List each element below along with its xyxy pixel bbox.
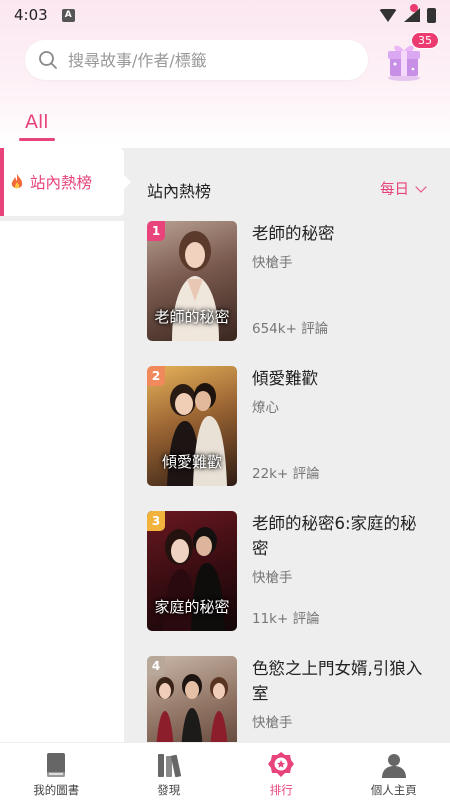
book-author: 燎心: [252, 400, 279, 416]
book-item[interactable]: 傾愛難歡 2 傾愛難歡 燎心 22k+ 評論: [147, 366, 437, 488]
notification-dot: [410, 4, 418, 12]
rank-badge: 3: [147, 511, 165, 531]
ranking-content: 站內熱榜 站內熱榜 每日 老師的秘密 1 老師的秘密 快槍手 654k+ 評論: [0, 148, 450, 742]
sidebar-item-label: 站內熱榜: [30, 174, 93, 192]
rank-badge: 4: [147, 656, 165, 676]
nav-ranking[interactable]: 排行: [225, 743, 338, 800]
notification-icon: A: [61, 8, 75, 22]
nav-profile[interactable]: 個人主頁: [338, 743, 450, 800]
book-cover[interactable]: 4: [147, 656, 237, 742]
cover-title: 家庭的秘密: [154, 598, 230, 616]
ranking-title: 站內熱榜: [147, 182, 212, 201]
cover-title: 老師的秘密: [154, 308, 230, 326]
bottom-navigation: 我的圖書 發現 排行 個人主頁: [0, 742, 450, 800]
book-cover[interactable]: 傾愛難歡 2: [147, 366, 237, 486]
book-item[interactable]: 老師的秘密 1 老師的秘密 快槍手 654k+ 評論: [147, 221, 437, 343]
book-title[interactable]: 老師的秘密6:家庭的秘密: [252, 511, 432, 561]
library-icon: [157, 754, 181, 778]
cover-title: 傾愛難歡: [161, 453, 222, 471]
fire-icon: [11, 174, 23, 189]
nav-label: 個人主頁: [370, 783, 417, 797]
search-bar[interactable]: [25, 40, 368, 80]
status-bar: 4:03 A: [0, 0, 450, 30]
rank-medal-icon: [268, 752, 295, 777]
rank-badge: 2: [147, 366, 165, 386]
search-input[interactable]: [68, 50, 348, 70]
book-author: 快槍手: [252, 570, 293, 586]
status-time: 4:03: [14, 6, 48, 24]
sidebar-pointer: [124, 175, 131, 189]
book-title[interactable]: 傾愛難歡: [252, 366, 432, 391]
book-title[interactable]: 老師的秘密: [252, 221, 432, 246]
book-reviews: 654k+ 評論: [252, 321, 329, 337]
nav-discover[interactable]: 發現: [113, 743, 226, 800]
period-label: 每日: [380, 182, 409, 198]
book-item[interactable]: 4 色慾之上門女婿,引狼入室 快槍手: [147, 656, 437, 742]
nav-label: 我的圖書: [33, 783, 80, 797]
book-cover[interactable]: 老師的秘密 1: [147, 221, 237, 341]
book-item[interactable]: 家庭的秘密 3 老師的秘密6:家庭的秘密 快槍手 11k+ 評論: [147, 511, 437, 633]
book-cover[interactable]: 家庭的秘密 3: [147, 511, 237, 631]
book-author: 快槍手: [252, 715, 293, 731]
battery-icon: [427, 7, 436, 23]
nav-label: 排行: [269, 783, 293, 797]
profile-icon: [381, 754, 406, 778]
period-selector[interactable]: 每日: [380, 178, 427, 199]
book-author: 快槍手: [252, 255, 293, 271]
book-icon: [47, 753, 66, 777]
search-icon: [39, 51, 57, 69]
wifi-icon: [379, 8, 397, 22]
tab-indicator: [19, 138, 55, 141]
book-reviews: 11k+ 評論: [252, 611, 320, 627]
book-title[interactable]: 色慾之上門女婿,引狼入室: [252, 656, 432, 706]
gift-badge: 35: [411, 32, 439, 49]
nav-label: 發現: [157, 783, 181, 797]
chevron-down-icon: [415, 180, 427, 193]
sidebar-panel: [0, 221, 124, 742]
sidebar-item-hot-ranking[interactable]: 站內熱榜: [0, 148, 124, 216]
tab-all[interactable]: All: [25, 111, 49, 133]
book-reviews: 22k+ 評論: [252, 466, 320, 482]
nav-my-library[interactable]: 我的圖書: [0, 743, 113, 800]
rank-badge: 1: [147, 221, 165, 241]
